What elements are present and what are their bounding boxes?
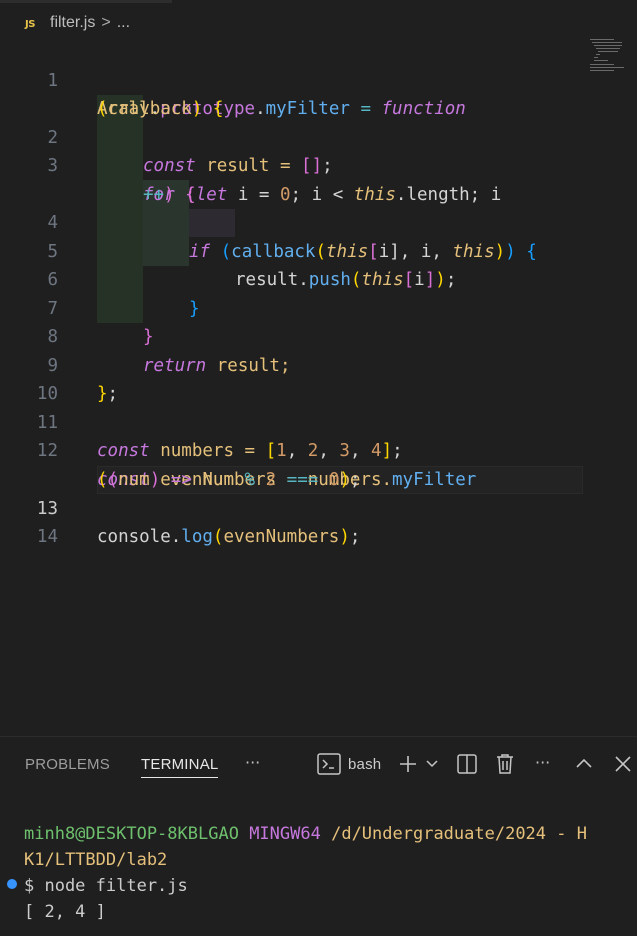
- terminal-env: MINGW64: [249, 824, 321, 844]
- panel-tabs: PROBLEMS TERMINAL ··· bash ···: [0, 753, 637, 783]
- code-line[interactable]: 8 return result;: [0, 295, 637, 376]
- breadcrumb-symbol[interactable]: ...: [117, 14, 130, 32]
- split-terminal-icon[interactable]: [456, 753, 478, 780]
- tab-terminal[interactable]: TERMINAL: [141, 756, 219, 778]
- code-line[interactable]: 11 const numbers = [1, 2, 3, 4];: [0, 380, 637, 462]
- terminal-output[interactable]: minh8@DESKTOP-8KBLGAO MINGW64 /d/Undergr…: [24, 821, 587, 925]
- code-line[interactable]: 2 const result = [];: [0, 95, 637, 177]
- code-line-wrapped[interactable]: (callback) {: [0, 67, 637, 119]
- close-icon[interactable]: [613, 753, 633, 780]
- trash-icon[interactable]: [495, 753, 515, 780]
- code-line[interactable]: 5 result.push(this[i]);: [0, 209, 637, 291]
- code-line-wrapped[interactable]: ((num) => num % 2 === 0);: [0, 437, 637, 490]
- more-tabs-icon[interactable]: ···: [245, 753, 260, 772]
- terminal-shell-name[interactable]: bash: [348, 756, 381, 773]
- code-line[interactable]: 9 };: [0, 323, 637, 405]
- terminal-path: /d/Undergraduate/2024 - H: [331, 824, 587, 844]
- terminal-command: $ node filter.js: [24, 876, 188, 896]
- new-terminal-icon[interactable]: [398, 753, 418, 780]
- terminal-icon[interactable]: [317, 753, 341, 780]
- terminal-path-cont: K1/LTTBDD/lab2: [24, 850, 168, 870]
- command-status-dot[interactable]: [7, 879, 17, 889]
- breadcrumb-file[interactable]: filter.js: [50, 14, 95, 32]
- code-line[interactable]: 1 Array.prototype.myFilter = function: [0, 38, 637, 120]
- terminal-result: [ 2, 4 ]: [24, 902, 106, 922]
- code-line[interactable]: 12 const evenNumbers = numbers.myFilter: [0, 409, 637, 490]
- line-number: 14: [36, 527, 58, 547]
- code-line[interactable]: 10: [0, 352, 637, 404]
- code-line[interactable]: 4 if (callback(this[i], i, this)) {: [0, 181, 637, 262]
- breadcrumb[interactable]: JS filter.js > ...: [22, 12, 130, 34]
- js-file-icon: JS: [25, 19, 35, 30]
- bottom-panel: PROBLEMS TERMINAL ··· bash ··· minh8@DES…: [0, 736, 637, 936]
- code-line-current[interactable]: 13 console.log(evenNumbers);: [0, 466, 637, 548]
- code-text: console.log(evenNumbers);: [97, 527, 361, 547]
- tab-problems[interactable]: PROBLEMS: [25, 756, 110, 773]
- code-line[interactable]: 14: [0, 495, 637, 547]
- code-editor[interactable]: 1 Array.prototype.myFilter = function (c…: [0, 38, 637, 738]
- active-tab-indicator: [0, 0, 172, 3]
- code-line[interactable]: 3 for (let i = 0; i < this.length; i: [0, 124, 637, 205]
- terminal-user-host: minh8@DESKTOP-8KBLGAO: [24, 824, 239, 844]
- chevron-right-icon: >: [101, 14, 111, 31]
- chevron-down-icon[interactable]: [425, 753, 439, 780]
- code-line[interactable]: 7 }: [0, 266, 637, 348]
- more-actions-icon[interactable]: ···: [535, 753, 550, 772]
- code-line[interactable]: 6 }: [0, 238, 637, 319]
- code-line-wrapped[interactable]: ++) {: [0, 152, 637, 205]
- chevron-up-icon[interactable]: [574, 753, 594, 780]
